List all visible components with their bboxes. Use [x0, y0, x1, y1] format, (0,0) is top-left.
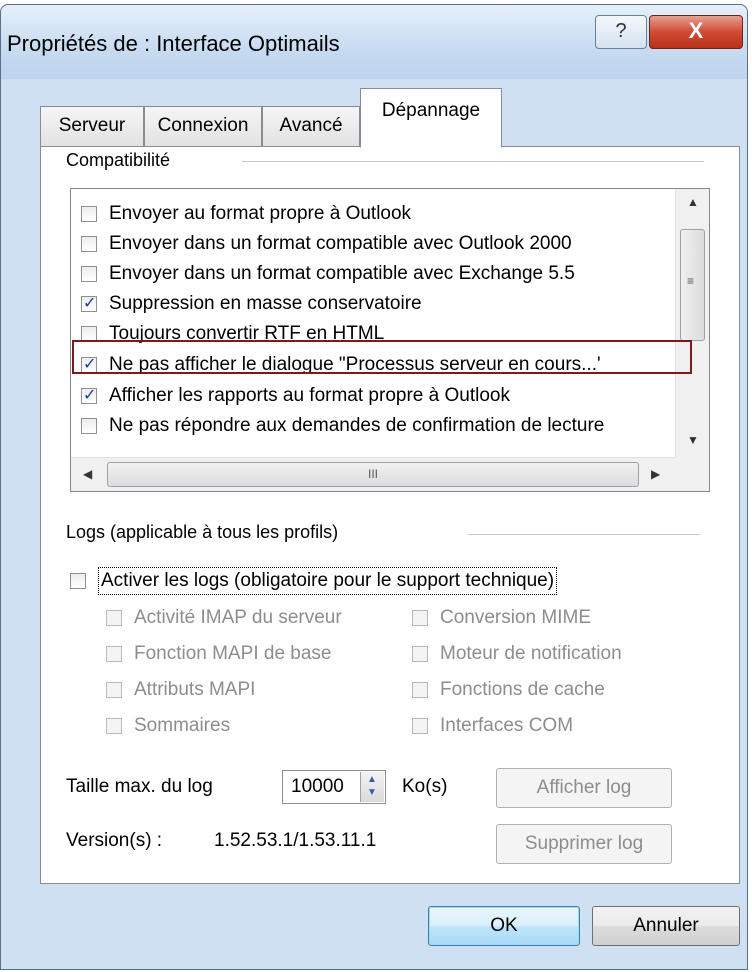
list-item[interactable]: Envoyer dans un format compatible avec O…: [81, 229, 572, 259]
unit-label: Ko(s): [402, 776, 448, 797]
logs-group-label: Logs (applicable à tous les profils): [66, 522, 339, 542]
checkbox-checked[interactable]: [81, 293, 97, 313]
version-label: Version(s) :: [66, 830, 163, 851]
checkbox-disabled: [106, 646, 122, 662]
scroll-down-icon[interactable]: ▼: [687, 433, 699, 447]
checkbox-disabled: [412, 718, 428, 734]
checkbox-disabled: [412, 646, 428, 662]
list-item[interactable]: Envoyer dans un format compatible avec E…: [81, 259, 575, 289]
option-mapi-base: Fonction MAPI de base: [106, 640, 332, 668]
list-item[interactable]: Ne pas répondre aux demandes de confirma…: [81, 411, 604, 441]
scroll-left-icon[interactable]: ◀: [83, 467, 92, 481]
horizontal-scrollbar[interactable]: ◀ III ▶: [71, 457, 675, 491]
ok-button[interactable]: OK: [428, 906, 580, 946]
option-com-interfaces: Interfaces COM: [412, 712, 573, 740]
option-summaries: Sommaires: [106, 712, 230, 740]
group-divider: [468, 534, 700, 535]
max-size-label: Taille max. du log: [66, 776, 213, 797]
vertical-scroll-thumb[interactable]: ≡: [680, 229, 705, 341]
grip-icon: ≡: [687, 274, 695, 288]
tab-avance[interactable]: Avancé: [262, 106, 360, 146]
tab-serveur[interactable]: Serveur: [40, 106, 144, 146]
checkbox[interactable]: [81, 266, 97, 282]
scrollbar-corner: [675, 457, 709, 491]
compat-group-label: Compatibilité: [66, 150, 171, 170]
checkbox-checked[interactable]: [81, 354, 97, 374]
checkbox[interactable]: [70, 573, 86, 589]
checkbox[interactable]: [81, 326, 97, 342]
show-log-button[interactable]: Afficher log: [496, 768, 672, 808]
max-size-spinner[interactable]: ▲ ▼: [360, 772, 384, 802]
checkbox[interactable]: [81, 236, 97, 252]
option-notification-engine: Moteur de notification: [412, 640, 622, 668]
scroll-up-icon[interactable]: ▲: [687, 195, 699, 209]
spin-down-icon[interactable]: ▼: [367, 787, 377, 798]
delete-log-button[interactable]: Supprimer log: [496, 824, 672, 864]
window-title: Propriétés de : Interface Optimails: [7, 31, 340, 56]
checkbox[interactable]: [81, 206, 97, 222]
checkbox-disabled: [106, 610, 122, 626]
help-button[interactable]: ?: [595, 15, 647, 49]
checkbox-disabled: [412, 682, 428, 698]
compat-listbox[interactable]: Envoyer au format propre à Outlook Envoy…: [70, 188, 710, 492]
vertical-scrollbar[interactable]: ▲ ≡ ▼: [675, 189, 709, 457]
enable-logs-checkbox[interactable]: Activer les logs (obligatoire pour le su…: [70, 566, 558, 596]
checkbox-disabled: [106, 718, 122, 734]
checkbox-checked[interactable]: [81, 385, 97, 405]
close-button[interactable]: X: [649, 15, 743, 49]
list-item[interactable]: Afficher les rapports au format propre à…: [81, 381, 510, 411]
horizontal-scroll-thumb[interactable]: III: [107, 462, 639, 487]
title-bar[interactable]: Propriétés de : Interface Optimails ? X: [1, 5, 747, 79]
version-value: 1.52.53.1/1.53.11.1: [214, 830, 377, 851]
list-item-highlighted[interactable]: Ne pas afficher le dialogue "Processus s…: [81, 350, 601, 380]
cancel-button[interactable]: Annuler: [592, 906, 740, 946]
option-cache-functions: Fonctions de cache: [412, 676, 605, 704]
checkbox[interactable]: [81, 418, 97, 434]
tab-depannage[interactable]: Dépannage: [360, 88, 502, 148]
scroll-right-icon[interactable]: ▶: [651, 467, 660, 481]
option-imap-activity: Activité IMAP du serveur: [106, 604, 342, 632]
checkbox-disabled: [106, 682, 122, 698]
list-item[interactable]: Toujours convertir RTF en HTML: [81, 319, 384, 349]
spin-up-icon[interactable]: ▲: [367, 774, 377, 785]
group-divider: [242, 161, 704, 162]
tab-connexion[interactable]: Connexion: [144, 106, 262, 146]
checkbox-disabled: [412, 610, 428, 626]
list-item[interactable]: Envoyer au format propre à Outlook: [81, 199, 411, 229]
option-mapi-attributes: Attributs MAPI: [106, 676, 255, 704]
list-item[interactable]: Suppression en masse conservatoire: [81, 289, 422, 319]
option-mime-conversion: Conversion MIME: [412, 604, 591, 632]
